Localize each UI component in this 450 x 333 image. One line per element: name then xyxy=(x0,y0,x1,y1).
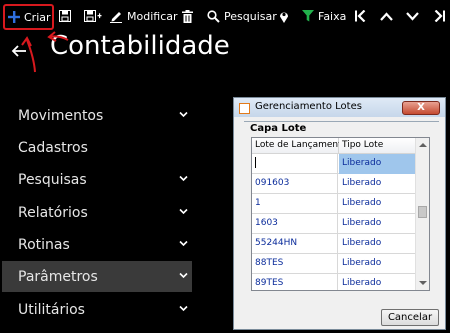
menu-item-movimentos[interactable]: Movimentos xyxy=(2,100,192,131)
chevron-down-icon xyxy=(406,11,419,21)
app-icon xyxy=(239,103,250,114)
back-arrow-icon[interactable] xyxy=(10,40,28,62)
lots-grid: Lote de Lançamentos Tipo Lote Liberado 0… xyxy=(251,137,430,291)
tipo-cell[interactable]: Liberado xyxy=(339,154,415,174)
lote-cell[interactable]: 1603 xyxy=(252,214,338,234)
cancel-button[interactable]: Cancelar xyxy=(381,309,439,326)
save-and-new-button[interactable] xyxy=(84,0,102,32)
tipo-cell[interactable]: Liberado xyxy=(339,274,415,290)
table-row[interactable]: 88TES Liberado xyxy=(252,254,415,274)
menu-item-label: Utilitários xyxy=(18,301,85,318)
location-button[interactable] xyxy=(279,0,289,32)
chevron-down-icon xyxy=(179,111,188,118)
menu-item-rotinas[interactable]: Rotinas xyxy=(2,229,192,260)
save-plus-icon xyxy=(84,10,102,22)
chevron-down-icon xyxy=(179,208,188,215)
close-button[interactable]: X xyxy=(402,101,440,115)
table-row[interactable]: 1603 Liberado xyxy=(252,214,415,234)
table-row[interactable]: 55244HN Liberado xyxy=(252,234,415,254)
save-icon xyxy=(59,10,71,22)
filter-icon xyxy=(302,10,314,22)
menu-item-cadastros[interactable]: Cadastros xyxy=(2,132,192,163)
page-title: Contabilidade xyxy=(50,31,230,61)
menu-item-utilitarios[interactable]: Utilitários xyxy=(2,294,192,325)
scroll-up-arrow-icon[interactable] xyxy=(419,143,427,147)
modify-button-label: Modificar xyxy=(127,9,178,23)
lote-cell[interactable]: 89TES xyxy=(252,274,338,290)
menu-item-label: Cadastros xyxy=(18,139,88,156)
search-button-label: Pesquisar xyxy=(224,9,277,23)
chevron-down-icon xyxy=(179,305,188,312)
toolbar: Criar Modificar Pesquisar Faixa xyxy=(0,0,450,32)
range-button-label: Faixa xyxy=(318,9,347,23)
lot-management-dialog: Gerenciamento Lotes X Capa Lote Lote de … xyxy=(233,97,446,330)
search-button[interactable]: Pesquisar xyxy=(207,0,277,32)
create-button-label: Criar xyxy=(24,10,51,24)
menu-item-relatorios[interactable]: Relatórios xyxy=(2,197,192,228)
chevron-down-icon xyxy=(179,240,188,247)
plus-icon xyxy=(8,11,20,23)
trash-icon xyxy=(182,9,193,23)
pencil-icon xyxy=(110,11,122,23)
menu-item-label: Parâmetros xyxy=(18,268,98,285)
scroll-down-arrow-icon[interactable] xyxy=(419,281,427,285)
dialog-title: Gerenciamento Lotes xyxy=(255,101,362,112)
menu-item-label: Pesquisas xyxy=(18,171,87,188)
menu-item-label: Relatórios xyxy=(18,204,88,221)
delete-button[interactable] xyxy=(182,0,193,32)
lote-cell[interactable]: 55244HN xyxy=(252,234,338,254)
lote-cell[interactable]: 88TES xyxy=(252,254,338,274)
menu-item-label: Rotinas xyxy=(18,236,70,253)
menu-item-label: Movimentos xyxy=(18,107,104,124)
tipo-cell[interactable]: Liberado xyxy=(339,234,415,254)
create-button[interactable]: Criar xyxy=(3,4,54,30)
map-pin-icon xyxy=(280,12,288,23)
chevron-down-icon xyxy=(179,272,188,279)
lote-cell-editing[interactable] xyxy=(252,154,338,174)
range-button[interactable]: Faixa xyxy=(302,0,346,32)
modify-button[interactable]: Modificar xyxy=(110,0,178,32)
previous-record-button[interactable] xyxy=(380,0,393,32)
tipo-cell[interactable]: Liberado xyxy=(339,214,415,234)
menu-item-parametros[interactable]: Parâmetros xyxy=(2,261,192,292)
column-header-tipo[interactable]: Tipo Lote xyxy=(339,138,416,154)
cancel-button-label: Cancelar xyxy=(387,312,433,323)
menu-item-pesquisas[interactable]: Pesquisas xyxy=(2,164,192,195)
last-record-button[interactable] xyxy=(433,0,445,32)
search-icon xyxy=(207,9,220,23)
close-icon: X xyxy=(417,102,425,113)
dialog-titlebar[interactable]: Gerenciamento Lotes X xyxy=(234,98,445,117)
table-row[interactable]: 1 Liberado xyxy=(252,194,415,214)
scroll-thumb[interactable] xyxy=(418,206,427,218)
first-icon xyxy=(355,10,366,22)
save-button[interactable] xyxy=(59,0,71,32)
last-icon xyxy=(434,10,445,22)
chevron-up-icon xyxy=(380,11,393,21)
annotation-arrow-right xyxy=(26,39,36,73)
text-caret xyxy=(255,157,256,168)
tipo-cell[interactable]: Liberado xyxy=(339,254,415,274)
lote-cell[interactable]: 1 xyxy=(252,194,338,214)
next-record-button[interactable] xyxy=(406,0,419,32)
tipo-cell[interactable]: Liberado xyxy=(339,194,415,214)
chevron-down-icon xyxy=(179,175,188,182)
tipo-cell[interactable]: Liberado xyxy=(339,174,415,194)
first-record-button[interactable] xyxy=(355,0,367,32)
table-row[interactable]: Liberado xyxy=(252,154,415,174)
group-title: Capa Lote xyxy=(250,123,309,134)
table-row[interactable]: 091603 Liberado xyxy=(252,174,415,194)
column-header-lote[interactable]: Lote de Lançamentos xyxy=(252,138,352,154)
lote-cell[interactable]: 091603 xyxy=(252,174,338,194)
vertical-scrollbar[interactable] xyxy=(415,138,429,290)
table-row[interactable]: 89TES Liberado xyxy=(252,274,415,290)
